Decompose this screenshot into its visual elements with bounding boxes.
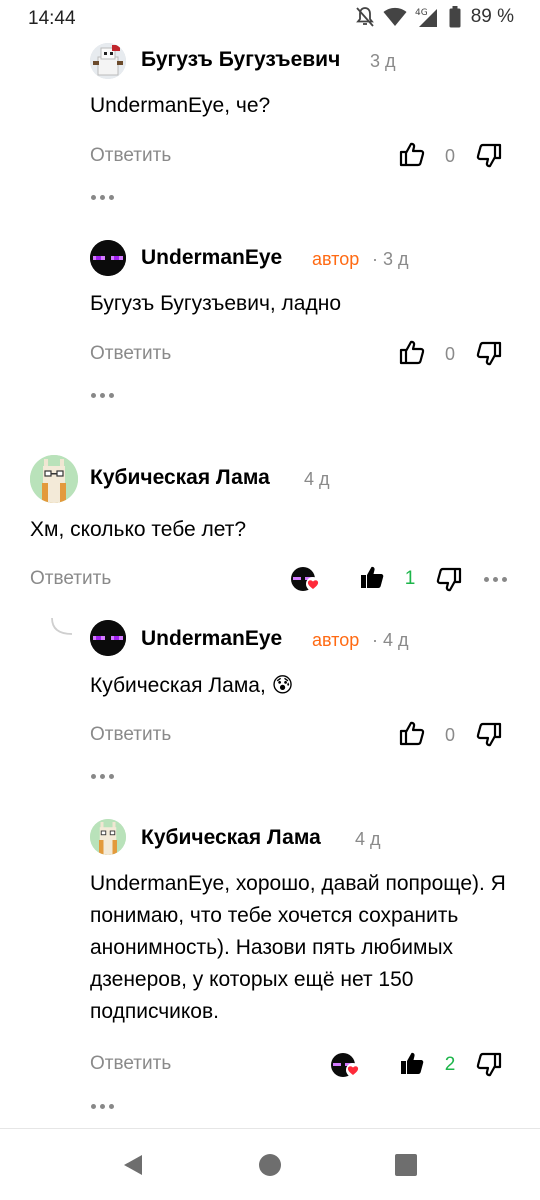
more-options-icon[interactable] — [91, 1104, 114, 1109]
thread-connector — [51, 618, 73, 635]
avatar[interactable] — [30, 455, 78, 503]
wifi-icon — [383, 7, 407, 26]
comment-text: UndermanEye, хорошо, давай попроще). Я п… — [90, 872, 506, 1023]
dislike-icon[interactable] — [436, 567, 462, 593]
battery-percent: 89 % — [470, 6, 514, 27]
like-icon-active[interactable] — [399, 1050, 425, 1076]
comment-time: 4 д — [304, 469, 330, 489]
reply-button[interactable]: Ответить — [90, 145, 171, 167]
like-icon[interactable] — [399, 141, 425, 167]
like-icon[interactable] — [399, 339, 425, 365]
comment-time: 3 д — [370, 51, 396, 71]
dislike-icon[interactable] — [476, 1052, 502, 1078]
status-time: 14:44 — [28, 8, 76, 29]
author-name[interactable]: UndermanEye — [141, 246, 282, 270]
reply-button[interactable]: Ответить — [90, 343, 171, 365]
more-options-icon[interactable] — [484, 577, 507, 582]
avatar-llama-image — [90, 819, 126, 855]
status-bar: 14:44 4G 89 % — [0, 0, 540, 38]
comment-text: Кубическая Лама, 😰 — [90, 674, 294, 697]
author-name[interactable]: Кубическая Лама — [141, 826, 321, 850]
author-badge: автор — [312, 630, 360, 650]
comment-text: UndermanEye, че? — [90, 94, 271, 117]
home-icon[interactable] — [258, 1153, 282, 1177]
author-name[interactable]: Кубическая Лама — [90, 466, 270, 490]
reply-button[interactable]: Ответить — [90, 1053, 171, 1075]
recent-apps-icon[interactable] — [395, 1154, 417, 1176]
avatar[interactable] — [90, 819, 126, 855]
comment-text: Хм, сколько тебе лет? — [30, 518, 247, 541]
like-count: 2 — [444, 1054, 456, 1075]
avatar[interactable] — [90, 43, 126, 79]
notifications-off-icon — [355, 7, 374, 27]
like-count: 0 — [444, 146, 455, 166]
avatar-enderman-image — [90, 240, 126, 276]
heart-icon — [346, 1063, 360, 1077]
dislike-icon[interactable] — [476, 341, 502, 367]
author-name[interactable]: UndermanEye — [141, 627, 282, 651]
more-options-icon[interactable] — [91, 774, 114, 779]
like-count: 0 — [444, 344, 455, 364]
battery-icon — [449, 6, 461, 28]
more-options-icon[interactable] — [91, 195, 114, 200]
avatar-enderman-image — [90, 620, 126, 656]
comment-text: Бугузъ Бугузъевич, ладно — [90, 292, 342, 315]
more-options-icon[interactable] — [91, 393, 114, 398]
dislike-icon[interactable] — [476, 143, 502, 169]
back-icon[interactable] — [122, 1153, 144, 1177]
author-name[interactable]: Бугузъ Бугузъевич — [141, 48, 340, 72]
heart-icon — [306, 577, 320, 591]
like-icon[interactable] — [399, 720, 425, 746]
comment-time: 4 д — [355, 829, 381, 849]
like-count: 1 — [404, 568, 416, 589]
avatar[interactable] — [90, 240, 126, 276]
status-icons: 4G 89 % — [355, 6, 514, 28]
avatar[interactable] — [90, 620, 126, 656]
reply-button[interactable]: Ответить — [90, 724, 171, 746]
comment-time: · 3 д — [372, 249, 409, 269]
dislike-icon[interactable] — [476, 722, 502, 748]
avatar-snowman-image — [90, 43, 126, 79]
like-icon-active[interactable] — [359, 564, 385, 590]
reply-button[interactable]: Ответить — [30, 568, 111, 590]
cellular-signal-icon: 4G — [415, 8, 437, 27]
svg-text:4G: 4G — [415, 8, 428, 18]
like-count: 0 — [444, 725, 455, 745]
avatar-llama-image — [30, 455, 78, 503]
author-badge: автор — [312, 249, 360, 269]
comment-time: · 4 д — [372, 630, 409, 650]
system-navigation-bar — [0, 1128, 540, 1200]
